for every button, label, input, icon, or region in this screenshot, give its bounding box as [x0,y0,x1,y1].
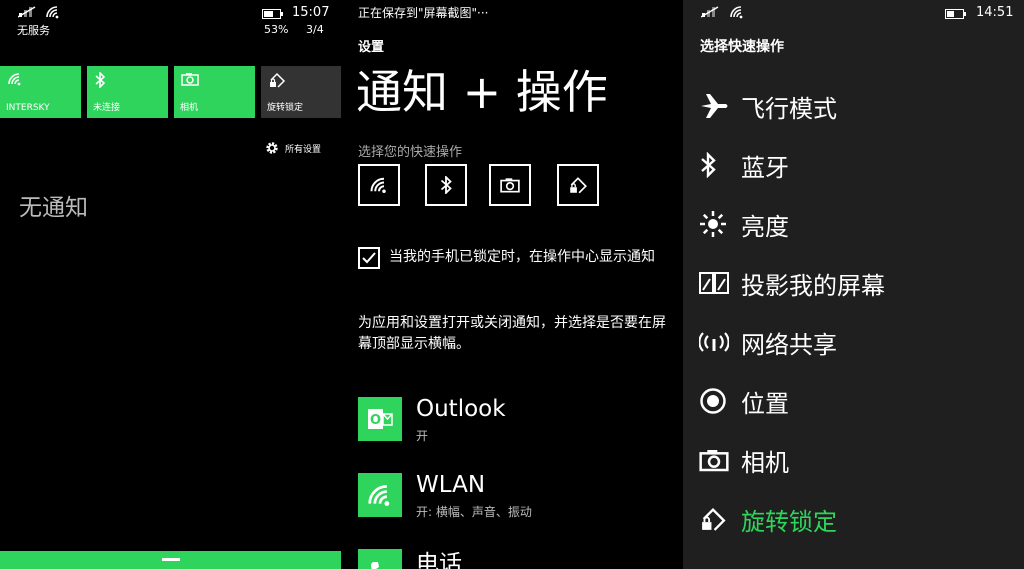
battery-percent: 53% [264,23,289,36]
camera-icon [181,72,199,86]
app-name: Outlook [416,396,506,422]
action-item-airplane-mode[interactable]: 飞行模式 [699,86,837,126]
location-icon [699,387,733,415]
wifi-status-icon [45,5,61,19]
notifications-description: 为应用和设置打开或关闭通知，并选择是否要在屏幕顶部显示横幅。 [358,315,666,352]
clock: 15:07 [292,5,330,20]
outlook-app-tile: O [358,397,402,441]
quick-action-slot-1[interactable] [358,164,400,206]
hotspot-icon [699,331,733,353]
no-notifications-text: 无通知 [19,195,88,221]
app-name: 电话 [416,551,462,569]
rotation-lock-icon [699,506,733,532]
quick-action-slot-4[interactable] [557,164,599,206]
action-item-camera[interactable]: 相机 [699,440,789,480]
action-item-brightness[interactable]: 亮度 [699,204,789,244]
notifications-settings-panel: 正在保存到"屏幕截图"··· 设置 通知 + 操作 选择您的快速操作 当我的手机… [341,0,682,569]
collapse-handle[interactable] [0,551,341,569]
app-status: 开 [416,429,429,443]
tile-wifi[interactable]: INTERSKY [0,66,81,118]
choose-quick-action-panel: 14:51 选择快速操作 飞行模式 蓝牙 亮度 投影我的屏幕 网络共享 位置 相… [683,0,1024,569]
action-label-selected: 旋转锁定 [741,507,837,536]
all-settings-link[interactable]: 所有设置 [264,140,321,156]
action-label: 网络共享 [741,330,837,359]
svg-text:O: O [370,413,381,428]
bluetooth-icon [699,152,733,178]
app-status: 开: 横幅、声音、振动 [416,505,532,519]
wifi-status-icon [729,5,745,19]
app-name: WLAN [416,472,486,498]
bluetooth-icon [439,176,453,194]
all-settings-label: 所有设置 [285,144,322,155]
tile-camera[interactable]: 相机 [174,66,255,118]
bluetooth-icon [94,72,106,88]
action-item-location[interactable]: 位置 [699,381,789,421]
action-label: 亮度 [741,212,789,241]
tile-label: 未连接 [93,103,121,113]
no-sim-signal-icon [701,6,719,18]
phone-icon [369,560,391,569]
brightness-icon [699,210,733,238]
battery-icon [945,9,967,19]
action-label: 相机 [741,448,789,477]
tile-label: 旋转锁定 [267,103,304,113]
rotation-lock-icon [268,72,286,88]
handle-bar [162,558,180,561]
tile-label: 相机 [180,103,199,113]
quick-actions-label: 选择您的快速操作 [358,145,463,160]
phone-app-tile [358,549,402,569]
saving-status: 正在保存到"屏幕截图"··· [358,6,489,20]
wifi-icon [366,483,394,507]
tile-label: INTERSKY [6,103,50,113]
lock-screen-checkbox[interactable] [358,247,380,269]
quick-action-slot-2[interactable] [425,164,467,206]
camera-icon [500,177,520,193]
wifi-icon [7,72,23,86]
no-sim-signal-icon [18,6,36,18]
clock: 14:51 [976,5,1014,20]
battery-icon [262,9,284,19]
tile-rotation-lock[interactable]: 旋转锁定 [261,66,341,118]
action-label: 投影我的屏幕 [741,271,885,300]
tile-bluetooth[interactable]: 未连接 [87,66,168,118]
page-title: 通知 + 操作 [356,65,608,119]
airplane-icon [699,93,733,119]
page-indicator: 3/4 [306,23,324,36]
quick-action-slot-3[interactable] [489,164,531,206]
gear-icon [264,140,280,156]
action-item-bluetooth[interactable]: 蓝牙 [699,145,789,185]
choose-action-heading: 选择快速操作 [700,39,784,55]
action-item-rotation-lock[interactable]: 旋转锁定 [699,499,837,539]
action-label: 蓝牙 [741,153,789,182]
rotation-lock-icon [568,176,588,194]
settings-label: 设置 [358,40,385,55]
lock-screen-checkbox-label: 当我的手机已锁定时，在操作中心显示通知 [389,249,655,265]
action-item-hotspot[interactable]: 网络共享 [699,322,837,362]
carrier-text: 无服务 [17,24,50,37]
action-label: 飞行模式 [741,94,837,123]
action-center-panel: 无服务 15:07 53% 3/4 INTERSKY 未连接 相机 旋转锁定 所… [0,0,341,569]
wifi-icon [369,176,389,194]
checkmark-icon [360,249,378,267]
camera-icon [699,448,733,472]
action-label: 位置 [741,389,789,418]
wlan-app-tile [358,473,402,517]
project-screen-icon [699,271,733,295]
action-item-project-screen[interactable]: 投影我的屏幕 [699,263,885,303]
outlook-icon: O [367,407,393,431]
